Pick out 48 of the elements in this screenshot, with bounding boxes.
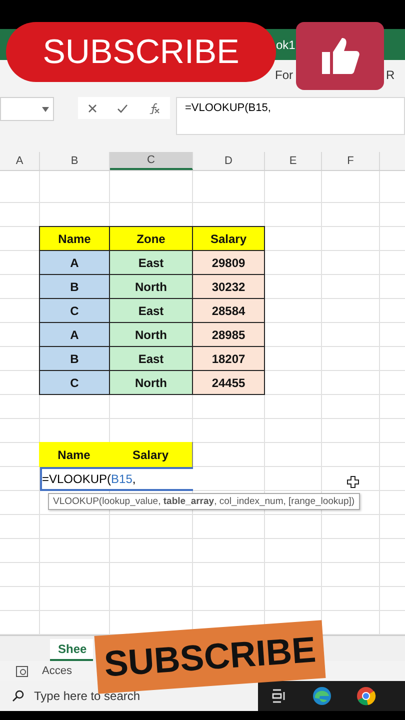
table-cell: East [109, 298, 193, 323]
table-cell: B [39, 274, 110, 299]
cancel-icon[interactable] [88, 104, 98, 112]
sheet-tab[interactable]: Shee [50, 639, 93, 661]
table-cell: North [109, 322, 193, 347]
table-cell: 18207 [192, 346, 265, 371]
cursor-icon [347, 476, 359, 488]
table-cell: 24455 [192, 370, 265, 395]
search-icon [12, 690, 24, 702]
column-header[interactable]: E [265, 152, 322, 170]
function-tooltip: VLOOKUP(lookup_value, table_array, col_index_num, [range_lookup]) [48, 493, 360, 510]
column-header[interactable]: F [322, 152, 380, 170]
ribbon-tab[interactable]: R [386, 68, 395, 82]
table-cell: 28985 [192, 322, 265, 347]
table-cell: 29809 [192, 250, 265, 275]
table-header: Name [39, 226, 110, 251]
table-header: Salary [192, 226, 265, 251]
table-cell: 30232 [192, 274, 265, 299]
check-icon[interactable] [117, 104, 128, 112]
table-cell: B [39, 346, 110, 371]
caret-icon [42, 106, 49, 112]
table-cell: North [109, 370, 193, 395]
column-header[interactable]: D [193, 152, 265, 170]
table-cell: A [39, 322, 110, 347]
active-cell[interactable]: =VLOOKUP(B15, [40, 467, 193, 491]
table-cell: East [109, 346, 193, 371]
window-title: ok1 [276, 38, 296, 52]
table-cell: C [39, 298, 110, 323]
table-cell: East [109, 250, 193, 275]
table-header: Salary [109, 442, 193, 467]
table-cell: A [39, 250, 110, 275]
ribbon-tab[interactable]: For [275, 68, 293, 82]
accessibility-status[interactable]: Acces [42, 665, 72, 677]
subscribe-banner: SUBSCRIBE [6, 22, 276, 82]
table-cell: 28584 [192, 298, 265, 323]
column-header[interactable]: C [110, 152, 193, 170]
table-cell: North [109, 274, 193, 299]
edge-icon[interactable] [312, 686, 332, 706]
column-header[interactable]: A [0, 152, 40, 170]
task-view-icon[interactable] [272, 689, 286, 703]
thumbs-up-icon [320, 36, 360, 76]
chrome-icon[interactable] [356, 686, 376, 706]
table-cell: C [39, 370, 110, 395]
macro-icon [16, 666, 28, 676]
table-header: Zone [109, 226, 193, 251]
table-header: Name [39, 442, 110, 467]
formula-field[interactable]: =VLOOKUP(B15, [176, 97, 405, 135]
function-icon[interactable] [148, 102, 160, 114]
